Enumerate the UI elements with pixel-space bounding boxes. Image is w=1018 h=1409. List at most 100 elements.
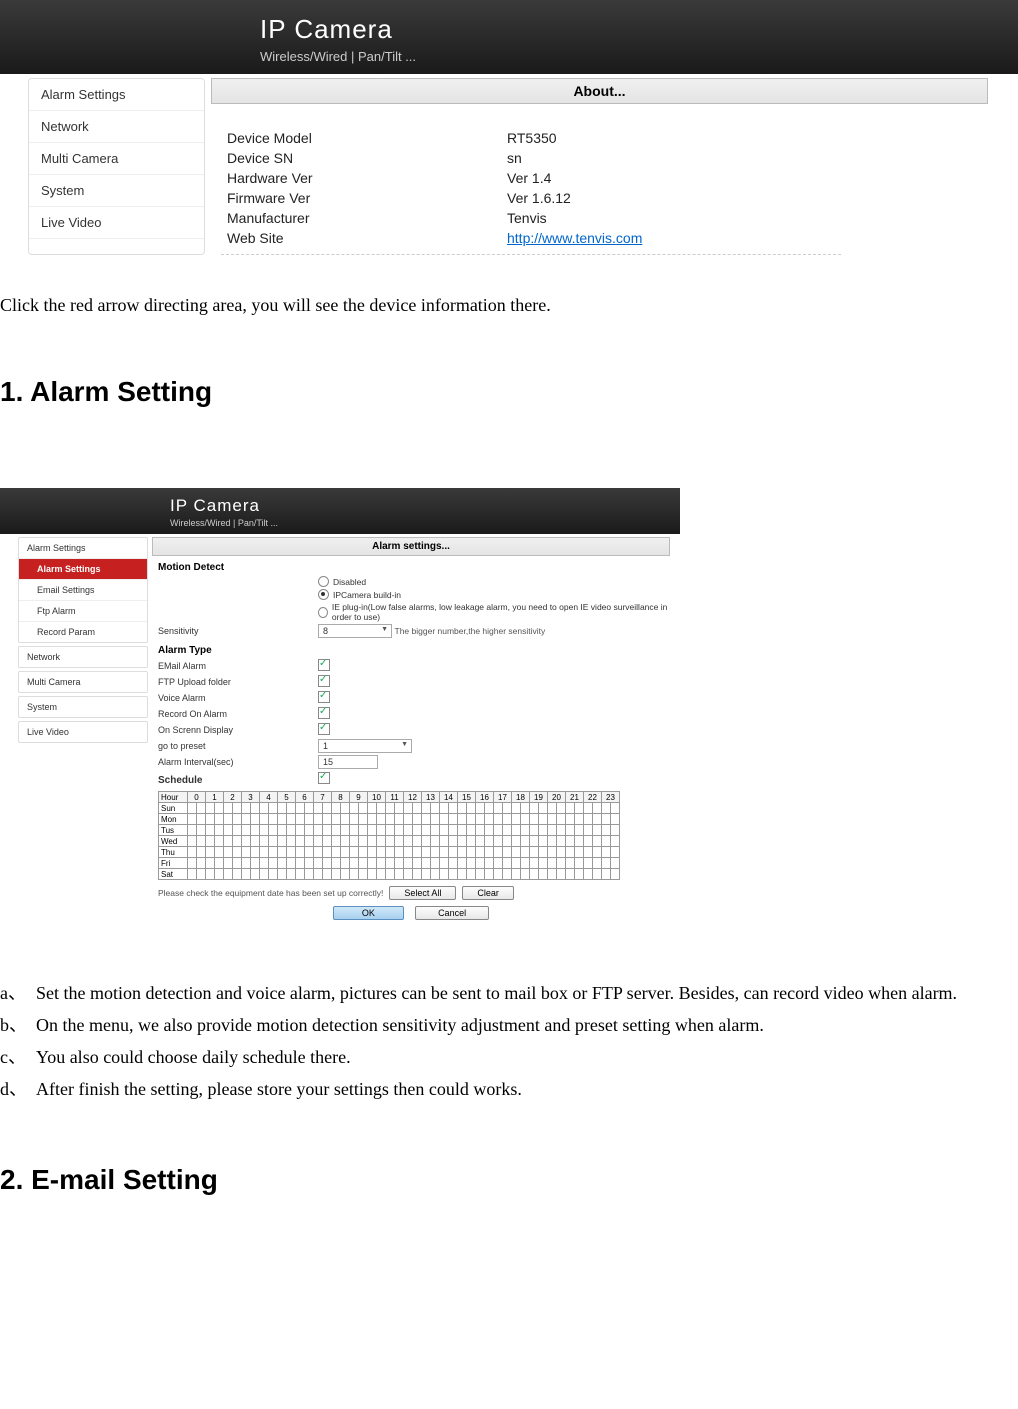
schedule-cell[interactable] xyxy=(260,869,269,880)
schedule-cell[interactable] xyxy=(431,847,440,858)
schedule-cell[interactable] xyxy=(341,847,350,858)
schedule-cell[interactable] xyxy=(566,803,575,814)
schedule-cell[interactable] xyxy=(206,869,215,880)
schedule-cell[interactable] xyxy=(242,869,251,880)
schedule-cell[interactable] xyxy=(503,858,512,869)
schedule-cell[interactable] xyxy=(395,803,404,814)
schedule-cell[interactable] xyxy=(206,825,215,836)
schedule-cell[interactable] xyxy=(242,836,251,847)
schedule-cell[interactable] xyxy=(539,858,548,869)
schedule-cell[interactable] xyxy=(296,803,305,814)
schedule-cell[interactable] xyxy=(188,814,197,825)
schedule-cell[interactable] xyxy=(386,803,395,814)
schedule-cell[interactable] xyxy=(287,803,296,814)
schedule-cell[interactable] xyxy=(503,803,512,814)
schedule-cell[interactable] xyxy=(476,836,485,847)
schedule-cell[interactable] xyxy=(224,836,233,847)
schedule-cell[interactable] xyxy=(485,869,494,880)
schedule-cell[interactable] xyxy=(359,847,368,858)
schedule-cell[interactable] xyxy=(287,836,296,847)
schedule-cell[interactable] xyxy=(305,814,314,825)
schedule-cell[interactable] xyxy=(548,847,557,858)
schedule-cell[interactable] xyxy=(278,847,287,858)
schedule-cell[interactable] xyxy=(296,858,305,869)
schedule-cell[interactable] xyxy=(512,825,521,836)
schedule-cell[interactable] xyxy=(467,836,476,847)
option-checkbox[interactable] xyxy=(318,675,330,687)
schedule-enable-checkbox[interactable] xyxy=(318,772,330,784)
schedule-cell[interactable] xyxy=(332,847,341,858)
schedule-cell[interactable] xyxy=(566,814,575,825)
schedule-cell[interactable] xyxy=(575,847,584,858)
schedule-cell[interactable] xyxy=(539,847,548,858)
select-all-button[interactable]: Select All xyxy=(389,886,456,900)
sidebar-item[interactable]: Alarm Settings xyxy=(29,79,204,111)
schedule-cell[interactable] xyxy=(413,858,422,869)
sidebar-item[interactable]: Alarm Settings xyxy=(19,538,147,559)
schedule-cell[interactable] xyxy=(449,847,458,858)
schedule-cell[interactable] xyxy=(521,803,530,814)
schedule-cell[interactable] xyxy=(485,814,494,825)
schedule-cell[interactable] xyxy=(458,825,467,836)
schedule-cell[interactable] xyxy=(233,869,242,880)
schedule-cell[interactable] xyxy=(584,803,593,814)
sidebar-item[interactable]: Network xyxy=(19,647,147,667)
schedule-cell[interactable] xyxy=(224,869,233,880)
radio-option[interactable]: Disabled xyxy=(318,575,670,588)
schedule-cell[interactable] xyxy=(413,847,422,858)
schedule-cell[interactable] xyxy=(593,803,602,814)
schedule-cell[interactable] xyxy=(602,869,611,880)
schedule-cell[interactable] xyxy=(206,847,215,858)
sidebar-item[interactable]: Live Video xyxy=(19,722,147,742)
schedule-cell[interactable] xyxy=(467,825,476,836)
schedule-cell[interactable] xyxy=(458,858,467,869)
schedule-cell[interactable] xyxy=(188,825,197,836)
schedule-cell[interactable] xyxy=(557,869,566,880)
schedule-cell[interactable] xyxy=(233,814,242,825)
schedule-cell[interactable] xyxy=(566,836,575,847)
schedule-cell[interactable] xyxy=(557,825,566,836)
schedule-cell[interactable] xyxy=(494,836,503,847)
schedule-cell[interactable] xyxy=(611,836,620,847)
schedule-cell[interactable] xyxy=(350,847,359,858)
schedule-cell[interactable] xyxy=(197,847,206,858)
schedule-cell[interactable] xyxy=(332,858,341,869)
schedule-cell[interactable] xyxy=(269,836,278,847)
schedule-cell[interactable] xyxy=(215,803,224,814)
schedule-cell[interactable] xyxy=(215,847,224,858)
schedule-cell[interactable] xyxy=(251,836,260,847)
schedule-cell[interactable] xyxy=(422,836,431,847)
option-checkbox[interactable] xyxy=(318,707,330,719)
schedule-cell[interactable] xyxy=(476,803,485,814)
schedule-cell[interactable] xyxy=(386,847,395,858)
schedule-cell[interactable] xyxy=(377,858,386,869)
schedule-cell[interactable] xyxy=(341,814,350,825)
schedule-cell[interactable] xyxy=(521,825,530,836)
schedule-cell[interactable] xyxy=(440,869,449,880)
info-link[interactable]: http://www.tenvis.com xyxy=(507,230,642,246)
schedule-cell[interactable] xyxy=(422,814,431,825)
schedule-cell[interactable] xyxy=(278,858,287,869)
schedule-cell[interactable] xyxy=(206,803,215,814)
schedule-cell[interactable] xyxy=(539,803,548,814)
schedule-cell[interactable] xyxy=(233,803,242,814)
schedule-cell[interactable] xyxy=(602,836,611,847)
schedule-cell[interactable] xyxy=(377,847,386,858)
schedule-cell[interactable] xyxy=(368,803,377,814)
schedule-cell[interactable] xyxy=(431,836,440,847)
schedule-cell[interactable] xyxy=(422,825,431,836)
schedule-cell[interactable] xyxy=(404,836,413,847)
schedule-cell[interactable] xyxy=(350,869,359,880)
schedule-cell[interactable] xyxy=(521,847,530,858)
schedule-cell[interactable] xyxy=(494,825,503,836)
schedule-cell[interactable] xyxy=(404,858,413,869)
schedule-cell[interactable] xyxy=(503,869,512,880)
schedule-cell[interactable] xyxy=(260,847,269,858)
schedule-cell[interactable] xyxy=(377,814,386,825)
schedule-cell[interactable] xyxy=(314,814,323,825)
schedule-cell[interactable] xyxy=(350,836,359,847)
schedule-cell[interactable] xyxy=(251,858,260,869)
schedule-cell[interactable] xyxy=(368,836,377,847)
schedule-cell[interactable] xyxy=(584,814,593,825)
schedule-cell[interactable] xyxy=(404,814,413,825)
